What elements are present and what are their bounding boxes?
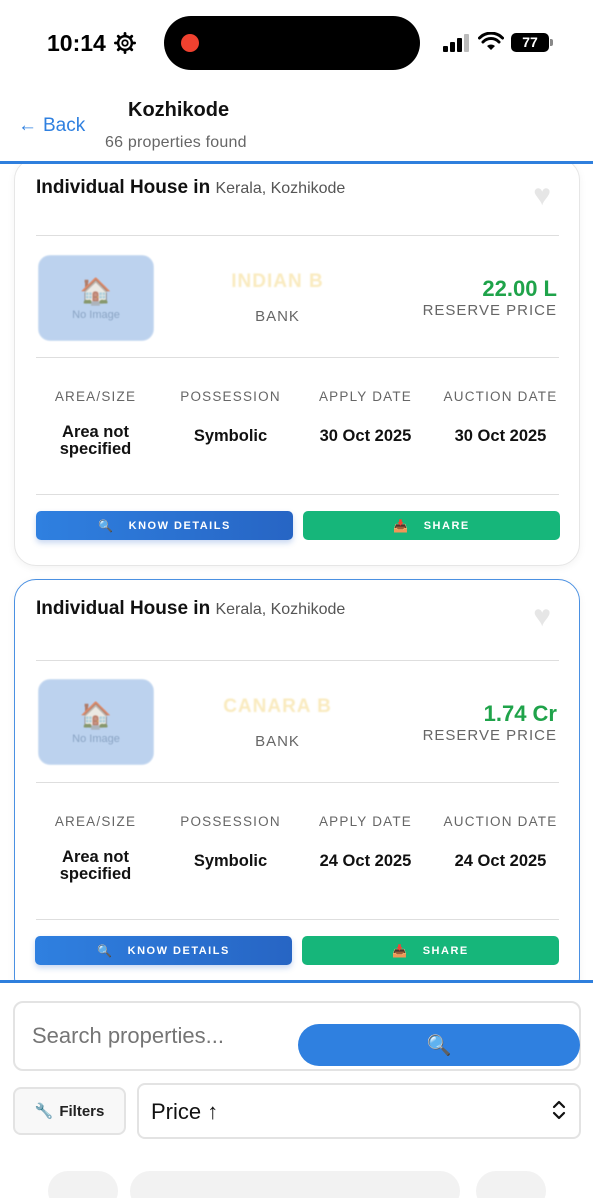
divider bbox=[36, 357, 559, 358]
magnifier-icon: 🔍 bbox=[97, 943, 114, 958]
tab-bar-shadow bbox=[476, 1171, 546, 1198]
stat-heading: AREA/SIZE bbox=[54, 389, 137, 404]
reserve-price: 1.74 Cr bbox=[483, 701, 557, 726]
battery-cap bbox=[550, 39, 553, 46]
property-card[interactable]: Individual House in Kerala, Kozhikode ♥ … bbox=[14, 579, 580, 980]
page-header: ← Back Kozhikode 66 properties found bbox=[0, 86, 593, 164]
status-bar: 10:14 77 bbox=[0, 0, 593, 86]
status-time: 10:14 bbox=[47, 30, 106, 56]
property-thumbnail: 🏠 No Image bbox=[38, 679, 154, 765]
house-icon: 🏠 bbox=[79, 275, 113, 306]
divider bbox=[36, 660, 559, 661]
stat-value: Area not specified bbox=[59, 848, 132, 883]
search-input[interactable] bbox=[32, 1023, 292, 1049]
filters-button[interactable]: 🔧 Filters bbox=[13, 1087, 126, 1135]
divider bbox=[36, 919, 559, 920]
dynamic-island bbox=[164, 16, 420, 70]
sort-select[interactable]: Price ↑ bbox=[137, 1083, 581, 1139]
know-details-button[interactable]: 🔍 KNOW DETAILS bbox=[35, 936, 292, 965]
stat-value: Symbolic bbox=[193, 852, 268, 870]
thumbnail-text: No Image bbox=[72, 732, 120, 745]
page-title: Kozhikode bbox=[128, 99, 230, 121]
stat-heading: AUCTION DATE bbox=[443, 814, 558, 829]
property-location: Kerala, Kozhikode bbox=[215, 180, 346, 197]
tab-bar-shadow bbox=[130, 1171, 460, 1198]
arrow-left-icon: ← bbox=[18, 115, 37, 136]
thumbnail-text: No Image bbox=[72, 308, 120, 321]
stat-area: AREA/SIZE Area not specified bbox=[28, 389, 163, 458]
stat-value: 30 Oct 2025 bbox=[454, 427, 547, 445]
reserve-price: 22.00 L bbox=[482, 276, 557, 301]
share-label: SHARE bbox=[423, 519, 470, 532]
divider bbox=[36, 235, 559, 236]
property-heading: Individual House in Kerala, Kozhikode bbox=[36, 177, 345, 199]
stat-heading: POSSESSION bbox=[180, 389, 281, 404]
bank-name: INDIAN B bbox=[231, 271, 324, 292]
cellular-signal-icon bbox=[443, 34, 469, 52]
back-button[interactable]: ← Back bbox=[18, 115, 85, 137]
heart-icon[interactable]: ♥ bbox=[533, 602, 551, 632]
stat-heading: POSSESSION bbox=[180, 814, 281, 829]
stat-value: Area not specified bbox=[59, 423, 132, 458]
search-panel: 🔍 🔧 Filters Price ↑ bbox=[0, 980, 593, 1198]
chevron-updown-icon bbox=[552, 1100, 566, 1120]
stat-value: Symbolic bbox=[193, 427, 268, 445]
search-button[interactable]: 🔍 bbox=[298, 1024, 580, 1066]
gear-icon bbox=[114, 32, 136, 54]
wrench-icon: 🔧 bbox=[34, 1103, 54, 1120]
know-details-label: KNOW DETAILS bbox=[127, 944, 230, 957]
filters-label: Filters bbox=[59, 1102, 105, 1120]
stat-possession: POSSESSION Symbolic bbox=[163, 389, 298, 445]
know-details-button[interactable]: 🔍 KNOW DETAILS bbox=[36, 511, 293, 540]
property-heading: Individual House in Kerala, Kozhikode bbox=[36, 598, 345, 620]
wifi-icon bbox=[478, 32, 504, 50]
sort-value: Price ↑ bbox=[151, 1099, 219, 1124]
property-type: Individual House in bbox=[36, 177, 211, 198]
stat-value: 24 Oct 2025 bbox=[319, 852, 412, 870]
reserve-price-label: RESERVE PRICE bbox=[422, 727, 557, 744]
property-thumbnail: 🏠 No Image bbox=[38, 255, 154, 341]
property-type: Individual House in bbox=[36, 598, 211, 619]
search-bar: 🔍 bbox=[13, 1001, 581, 1071]
stat-value: 24 Oct 2025 bbox=[454, 852, 547, 870]
recording-indicator bbox=[181, 34, 199, 52]
stat-auction-date: AUCTION DATE 24 Oct 2025 bbox=[433, 814, 568, 870]
share-button[interactable]: 📥 SHARE bbox=[303, 511, 560, 540]
stat-area: AREA/SIZE Area not specified bbox=[28, 814, 163, 883]
stat-heading: AREA/SIZE bbox=[54, 814, 137, 829]
reserve-price-label: RESERVE PRICE bbox=[422, 302, 557, 319]
stat-value: 30 Oct 2025 bbox=[319, 427, 412, 445]
bank-label: BANK bbox=[255, 308, 300, 325]
stat-heading: AUCTION DATE bbox=[443, 389, 558, 404]
know-details-label: KNOW DETAILS bbox=[128, 519, 231, 532]
battery-icon: 77 bbox=[511, 33, 549, 52]
bank-name: CANARA B bbox=[223, 696, 332, 717]
heart-icon[interactable]: ♥ bbox=[533, 181, 551, 211]
results-count: 66 properties found bbox=[105, 134, 247, 151]
stat-heading: APPLY DATE bbox=[318, 814, 413, 829]
stat-possession: POSSESSION Symbolic bbox=[163, 814, 298, 870]
inbox-tray-icon: 📥 bbox=[392, 943, 409, 958]
bank-label: BANK bbox=[255, 733, 300, 750]
tab-bar-shadow bbox=[48, 1171, 118, 1198]
magnifier-icon: 🔍 bbox=[426, 1034, 452, 1057]
stat-auction-date: AUCTION DATE 30 Oct 2025 bbox=[433, 389, 568, 445]
share-label: SHARE bbox=[422, 944, 469, 957]
inbox-tray-icon: 📥 bbox=[393, 518, 410, 533]
stat-apply-date: APPLY DATE 24 Oct 2025 bbox=[298, 814, 433, 870]
share-button[interactable]: 📥 SHARE bbox=[302, 936, 559, 965]
stat-apply-date: APPLY DATE 30 Oct 2025 bbox=[298, 389, 433, 445]
divider bbox=[36, 782, 559, 783]
magnifier-icon: 🔍 bbox=[98, 518, 115, 533]
back-label: Back bbox=[43, 115, 86, 136]
house-icon: 🏠 bbox=[79, 699, 113, 730]
divider bbox=[36, 494, 559, 495]
property-card[interactable]: Individual House in Kerala, Kozhikode ♥ … bbox=[14, 164, 580, 566]
property-list[interactable]: Individual House in Kerala, Kozhikode ♥ … bbox=[0, 164, 593, 980]
property-location: Kerala, Kozhikode bbox=[215, 601, 346, 618]
stat-heading: APPLY DATE bbox=[318, 389, 413, 404]
